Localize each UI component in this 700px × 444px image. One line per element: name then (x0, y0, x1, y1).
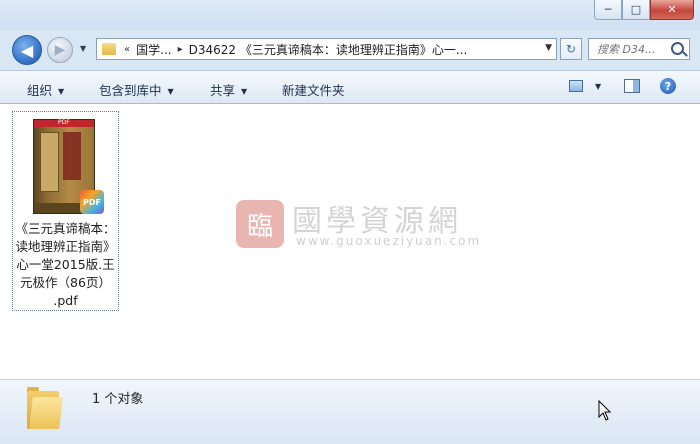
command-toolbar: 组织 ▼ 包含到库中 ▼ 共享 ▼ 新建文件夹 ▼ ? (0, 70, 700, 104)
watermark-url: www.guoxueziyuan.com (296, 234, 482, 248)
recent-pages-dropdown[interactable]: ▼ (80, 44, 86, 53)
file-name: 《三元真谛稿本： 读地理辨正指南》 心一堂2015版.王 元极作（86页） .p… (13, 220, 118, 310)
chevron-down-icon: ▼ (58, 87, 65, 96)
chevron-down-icon: ▼ (167, 87, 174, 96)
view-options-dropdown[interactable]: ▼ (595, 82, 601, 91)
breadcrumb-overflow[interactable]: « (124, 44, 130, 55)
refresh-icon: ↻ (565, 42, 577, 56)
new-folder-button[interactable]: 新建文件夹 (282, 80, 345, 99)
search-box[interactable] (588, 38, 690, 60)
close-button[interactable]: ✕ (650, 0, 694, 20)
breadcrumb-separator-icon[interactable]: ▸ (178, 44, 183, 55)
file-name-line: 元极作（86页） (20, 275, 111, 290)
watermark: 臨 國學資源網 www.guoxueziyuan.com (236, 200, 506, 256)
file-name-line: 读地理辨正指南》 (15, 239, 116, 254)
item-count: 1 个对象 (92, 392, 144, 407)
search-icon[interactable] (671, 42, 684, 55)
folder-large-icon (27, 387, 63, 429)
file-list-area[interactable]: PDF PDF 《三元真谛稿本： 读地理辨正指南》 心一堂2015版.王 元极作… (0, 104, 700, 379)
title-bar[interactable]: ─ □ ✕ (0, 0, 700, 30)
include-in-library-label: 包含到库中 (99, 83, 162, 98)
details-pane: 1 个对象 (0, 379, 700, 444)
help-icon[interactable]: ? (660, 78, 676, 94)
breadcrumb-item-current-folder[interactable]: D34622 《三元真谛稿本：读地理辨正指南》心一... (189, 41, 468, 58)
file-item-pdf[interactable]: PDF PDF 《三元真谛稿本： 读地理辨正指南》 心一堂2015版.王 元极作… (12, 111, 119, 311)
cover-band: PDF (34, 119, 94, 127)
search-input[interactable] (595, 41, 675, 57)
share-label: 共享 (210, 83, 236, 98)
window-controls: ─ □ ✕ (594, 0, 694, 20)
forward-arrow-icon: ▶ (54, 42, 66, 58)
organize-label: 组织 (27, 83, 53, 98)
change-view-icon[interactable] (569, 80, 583, 92)
cover-title-block (63, 132, 81, 180)
file-name-line: .pdf (53, 293, 78, 308)
organize-menu[interactable]: 组织 ▼ (27, 80, 64, 99)
breadcrumb-item-guoxue[interactable]: 国学... (136, 41, 171, 58)
cover-band-label: PDF (58, 119, 70, 126)
share-menu[interactable]: 共享 ▼ (210, 80, 247, 99)
watermark-seal-icon: 臨 (236, 200, 284, 248)
refresh-button[interactable]: ↻ (560, 38, 582, 60)
navigation-bar: ◀ ▶ ▼ « 国学... ▸ D34622 《三元真谛稿本：读地理辨正指南》心… (0, 32, 700, 66)
address-bar[interactable]: « 国学... ▸ D34622 《三元真谛稿本：读地理辨正指南》心一... ▼ (96, 38, 557, 60)
chevron-down-icon: ▼ (241, 87, 248, 96)
maximize-button[interactable]: □ (622, 0, 650, 20)
forward-button[interactable]: ▶ (47, 37, 73, 63)
preview-pane-icon[interactable] (624, 79, 640, 93)
back-arrow-icon: ◀ (20, 40, 34, 60)
file-name-line: 心一堂2015版.王 (16, 257, 115, 272)
explorer-window: ─ □ ✕ ◀ ▶ ▼ « 国学... ▸ D34622 《三元真谛稿本：读地理… (0, 0, 700, 444)
minimize-button[interactable]: ─ (594, 0, 622, 20)
back-button[interactable]: ◀ (12, 35, 42, 65)
folder-icon (102, 43, 116, 55)
cover-panel (40, 132, 59, 192)
pdf-app-icon: PDF (80, 190, 104, 214)
file-name-line: 《三元真谛稿本： (15, 221, 116, 236)
include-in-library-menu[interactable]: 包含到库中 ▼ (99, 80, 174, 99)
address-dropdown-icon[interactable]: ▼ (545, 43, 552, 53)
